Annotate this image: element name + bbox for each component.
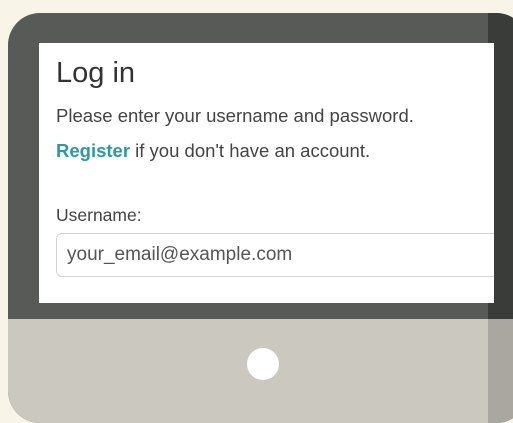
tablet-frame: Log in Please enter your username and pa… xyxy=(8,13,513,423)
page-title: Log in xyxy=(56,57,136,89)
username-label: Username: xyxy=(56,205,142,225)
tablet-bottom-shadow xyxy=(488,319,513,423)
register-suffix: if you don't have an account. xyxy=(130,140,371,161)
login-screen: Log in Please enter your username and pa… xyxy=(39,43,494,303)
register-prompt: Register if you don't have an account. xyxy=(56,140,370,162)
login-instructions: Please enter your username and password. xyxy=(56,105,414,126)
register-link[interactable]: Register xyxy=(56,140,130,161)
home-button[interactable] xyxy=(247,348,279,380)
username-input[interactable] xyxy=(56,233,494,277)
